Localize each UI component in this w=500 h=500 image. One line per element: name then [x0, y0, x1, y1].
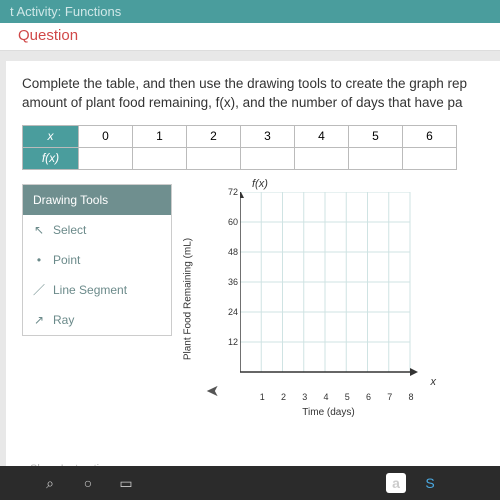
x-tick: 6 [364, 392, 374, 402]
content-card: Complete the table, and then use the dra… [6, 61, 500, 481]
x-cell: 5 [349, 125, 403, 147]
tool-point[interactable]: • Point [23, 245, 171, 275]
segment-icon: ／ [33, 284, 45, 296]
y-tick: 24 [224, 307, 238, 317]
fx-cell[interactable] [349, 147, 403, 169]
tool-ray[interactable]: ↗ Ray [23, 305, 171, 335]
x-tick: 1 [257, 392, 267, 402]
tool-label: Select [53, 223, 86, 237]
y-tick: 36 [224, 277, 238, 287]
fx-cell[interactable] [295, 147, 349, 169]
fx-axis-symbol: f(x) [252, 178, 268, 190]
cortana-icon[interactable]: ○ [78, 473, 98, 493]
table-row-fx: f(x) [23, 147, 457, 169]
drawing-tools-panel: Drawing Tools ↖ Select • Point ／ Line Se… [22, 184, 172, 336]
activity-header: t Activity: Functions [0, 0, 500, 23]
activity-title: t Activity: Functions [10, 4, 121, 19]
x-tick: 4 [321, 392, 331, 402]
taskview-icon[interactable]: ▭ [116, 473, 136, 493]
fx-cell[interactable] [79, 147, 133, 169]
tool-label: Ray [53, 313, 74, 327]
fx-cell[interactable] [133, 147, 187, 169]
question-label: Question [18, 27, 78, 44]
question-bar: Question [0, 23, 500, 51]
ray-icon: ↗ [33, 314, 45, 326]
x-tick: 2 [279, 392, 289, 402]
row-x-head: x [23, 125, 79, 147]
x-cell: 6 [403, 125, 457, 147]
y-tick: 60 [224, 217, 238, 227]
chart-grid [240, 192, 420, 387]
y-tick: 12 [224, 337, 238, 347]
windows-taskbar: ⌕ ○ ▭ a S [0, 466, 500, 500]
x-cell: 1 [133, 125, 187, 147]
row-fx-head: f(x) [23, 147, 79, 169]
point-icon: • [33, 254, 45, 266]
cursor-icon: ↖ [33, 224, 45, 236]
fx-cell[interactable] [403, 147, 457, 169]
fx-cell[interactable] [187, 147, 241, 169]
x-tick: 7 [385, 392, 395, 402]
x-cell: 4 [295, 125, 349, 147]
fx-cell[interactable] [241, 147, 295, 169]
work-area: Drawing Tools ↖ Select • Point ／ Line Se… [22, 184, 484, 414]
x-axis-symbol: x [431, 376, 437, 388]
mouse-cursor-icon: ➤ [206, 381, 219, 401]
tool-label: Point [53, 253, 80, 267]
x-tick: 5 [342, 392, 352, 402]
y-axis-label: Plant Food Remaining (mL) [183, 238, 194, 360]
tool-select[interactable]: ↖ Select [23, 215, 171, 245]
x-tick: 8 [406, 392, 416, 402]
graph-area[interactable]: f(x) x Plant Food Remaining (mL) Time (d… [202, 184, 432, 414]
skype-icon[interactable]: S [420, 473, 440, 493]
amazon-icon[interactable]: a [386, 473, 406, 493]
x-tick: 3 [300, 392, 310, 402]
function-table: x 0 1 2 3 4 5 6 f(x) [22, 125, 457, 170]
tool-label: Line Segment [53, 283, 127, 297]
x-cell: 2 [187, 125, 241, 147]
instruction-text: Complete the table, and then use the dra… [22, 75, 484, 113]
x-cell: 0 [79, 125, 133, 147]
tool-line-segment[interactable]: ／ Line Segment [23, 275, 171, 305]
y-tick: 48 [224, 247, 238, 257]
table-row-x: x 0 1 2 3 4 5 6 [23, 125, 457, 147]
y-tick: 72 [224, 187, 238, 197]
search-icon[interactable]: ⌕ [40, 473, 60, 493]
x-axis-label: Time (days) [302, 407, 354, 418]
tools-title: Drawing Tools [23, 185, 171, 215]
x-cell: 3 [241, 125, 295, 147]
